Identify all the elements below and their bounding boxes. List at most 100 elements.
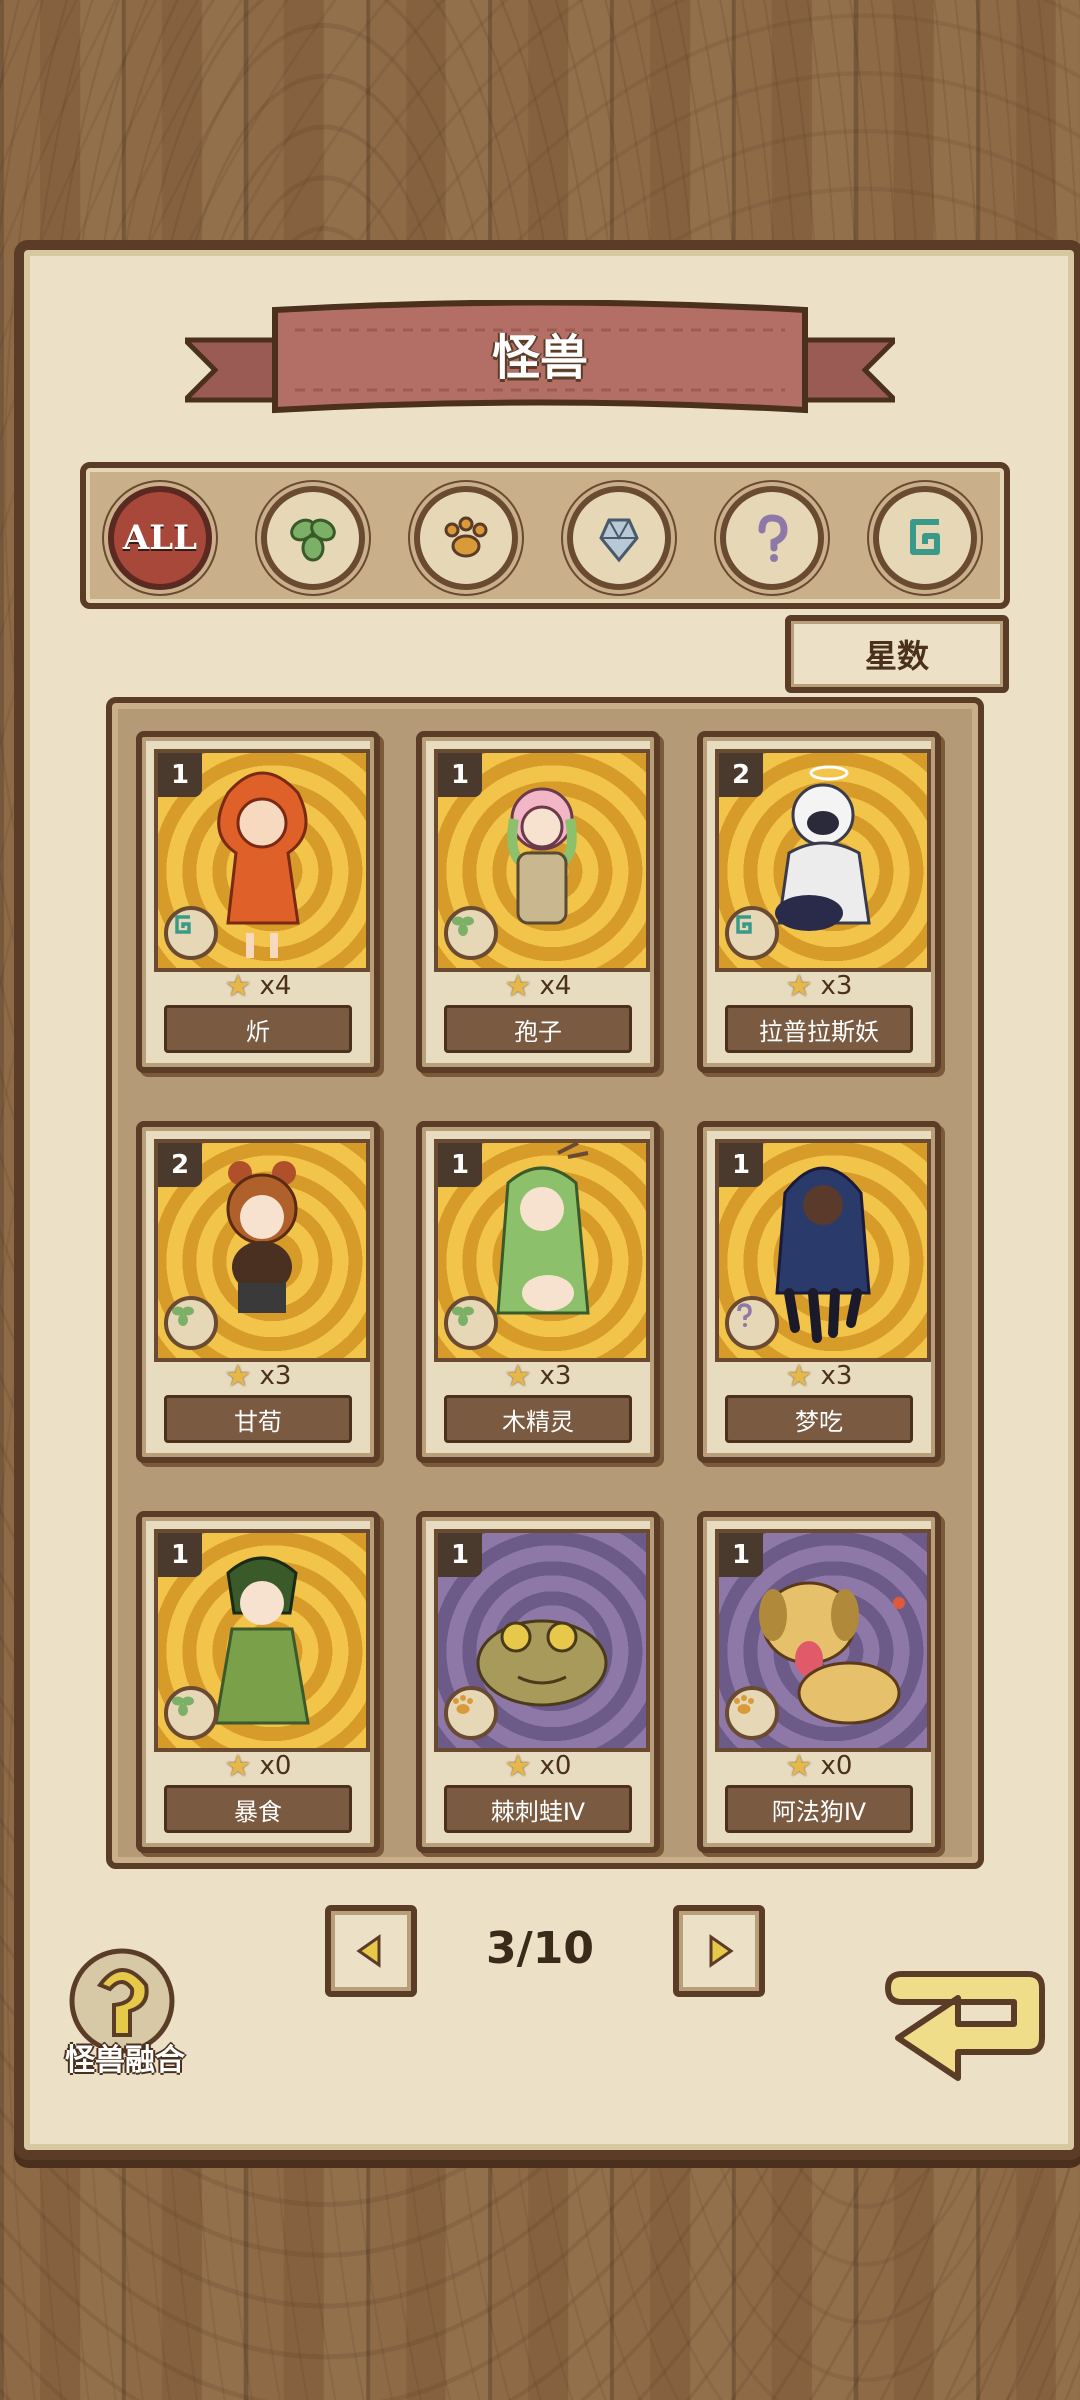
monster-portrait: 2 [154,1139,370,1362]
level-badge: 1 [158,753,202,797]
star-count-value: x4 [259,971,292,1001]
monster-card[interactable]: 1 ★ x0 暴食 [136,1511,380,1853]
level-badge: 1 [719,1533,763,1577]
monster-portrait: 1 [154,749,370,972]
level-badge: 1 [158,1533,202,1577]
type-badge [444,1296,498,1350]
star-count: ★ x4 [142,968,374,1004]
level-badge: 1 [719,1143,763,1187]
star-count-value: x0 [820,1751,853,1781]
type-badge [725,1686,779,1740]
spiral-icon [736,915,752,934]
monster-name: 暴食 [164,1785,352,1833]
leaf-icon [172,1696,194,1716]
paw-icon [453,1695,473,1714]
monster-card[interactable]: 1 ★ x4 炘 [136,731,380,1073]
monster-card[interactable]: 2 ★ x3 拉普拉斯妖 [697,731,941,1073]
star-count-value: x0 [259,1751,292,1781]
fusion-label: 怪兽融合 [65,2043,185,2078]
star-count: ★ x3 [422,1358,654,1394]
spiral-icon [175,915,191,934]
monster-name: 拉普拉斯妖 [725,1005,913,1053]
star-count-value: x3 [820,1361,853,1391]
star-count-value: x3 [820,971,853,1001]
monster-card[interactable]: 1 ★ x0 阿法狗Ⅳ [697,1511,941,1853]
page-indicator: 3/10 [486,1922,594,1974]
type-badge [444,906,498,960]
star-count-value: x3 [259,1361,292,1391]
return-arrow-icon [885,1971,1045,2081]
title-banner: 怪兽 [185,300,895,440]
star-icon: ★ [224,968,252,1004]
type-badge [725,906,779,960]
monster-portrait: 1 [434,1529,650,1752]
star-icon: ★ [224,1358,252,1394]
level-badge: 1 [438,1533,482,1577]
monster-name: 炘 [164,1005,352,1053]
type-badge [725,1296,779,1350]
level-badge: 2 [719,753,763,797]
monster-card[interactable]: 1 ★ x3 木精灵 [416,1121,660,1463]
next-page-button[interactable] [673,1905,765,1997]
monster-name: 阿法狗Ⅳ [725,1785,913,1833]
star-count: ★ x0 [142,1748,374,1784]
level-badge: 2 [158,1143,202,1187]
star-count: ★ x3 [142,1358,374,1394]
monster-portrait: 1 [434,1139,650,1362]
star-icon: ★ [785,968,813,1004]
star-count: ★ x4 [422,968,654,1004]
star-count: ★ x0 [422,1748,654,1784]
monster-portrait: 2 [715,749,931,972]
type-badge [164,906,218,960]
page-title: 怪兽 [491,330,588,386]
monster-portrait: 1 [154,1529,370,1752]
sort-by-stars-button[interactable]: 星数 [785,615,1009,693]
type-badge [444,1686,498,1740]
monster-portrait: 1 [434,749,650,972]
paw-icon [734,1695,754,1714]
star-count: ★ x3 [703,1359,935,1394]
monster-portrait: 1 [715,1529,931,1752]
back-button[interactable] [878,1968,1048,2118]
star-count-value: x0 [539,1751,572,1781]
crystal-icon [599,518,639,563]
star-icon: ★ [504,1748,532,1784]
arrow-right-icon [709,1934,734,1968]
monster-name: 孢子 [444,1005,632,1053]
leaf-icon [452,1306,474,1326]
question-icon [758,514,788,562]
level-badge: 1 [438,753,482,797]
star-count: ★ x3 [703,968,935,1004]
star-count: ★ x0 [703,1748,935,1784]
leaf-icon [172,1306,194,1326]
sort-label: 星数 [864,637,929,675]
star-count-value: x4 [539,971,572,1001]
leaf-icon [290,518,336,562]
star-icon: ★ [504,968,532,1004]
monster-card[interactable]: 2 ★ x3 甘荀 [136,1121,380,1463]
filter-all-button[interactable]: ALL [108,486,212,590]
filter-beast-button[interactable] [414,486,518,590]
monster-card[interactable]: 1 ★ x3 梦吃 [697,1121,941,1463]
filter-all-label: ALL [122,518,198,558]
monster-card[interactable]: 1 ★ x4 孢子 [416,731,660,1073]
monster-name: 梦吃 [725,1395,913,1443]
filter-unknown-button[interactable] [720,486,824,590]
star-icon: ★ [224,1748,252,1784]
leaf-icon [452,916,474,936]
type-badge [164,1296,218,1350]
filter-plant-button[interactable] [261,486,365,590]
monster-name: 棘刺蛙Ⅳ [444,1785,632,1833]
prev-page-button[interactable] [325,1905,417,1997]
star-icon: ★ [504,1358,532,1394]
monster-name: 甘荀 [164,1395,352,1443]
star-count-value: x3 [539,1361,572,1391]
monster-fusion-button[interactable]: 怪兽融合 [50,1945,200,2078]
monster-portrait: 1 [715,1139,931,1362]
filter-spirit-button[interactable] [873,486,977,590]
star-icon: ★ [785,1748,813,1784]
paw-icon [444,516,488,558]
spiral-icon [910,519,940,555]
filter-mineral-button[interactable] [567,486,671,590]
monster-card[interactable]: 1 ★ x0 棘刺蛙Ⅳ [416,1511,660,1853]
